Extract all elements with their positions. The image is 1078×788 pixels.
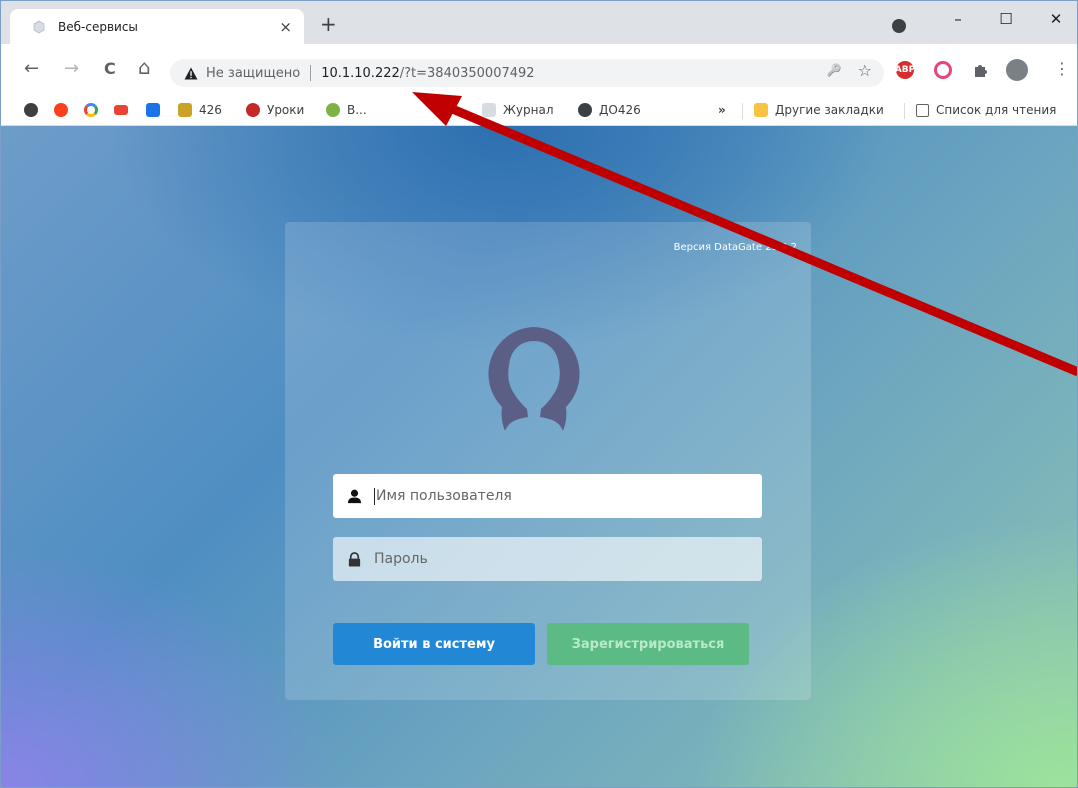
url-path: /?t=3840350007492: [399, 65, 535, 81]
yandex-icon: [54, 103, 68, 117]
page-content: Версия DataGate 21.9.2 Войти в систему З…: [0, 126, 1078, 788]
insecure-label: Не защищено: [206, 65, 301, 81]
bookmark-ball[interactable]: В...: [326, 103, 367, 117]
target-extension-icon[interactable]: [934, 61, 952, 79]
address-separator: [310, 65, 312, 81]
browser-tab[interactable]: Веб-сервисы ×: [10, 9, 304, 44]
password-input[interactable]: [374, 551, 734, 567]
address-bar[interactable]: Не защищено 10.1.10.222 /?t=384035000749…: [170, 59, 884, 87]
extensions-puzzle-icon[interactable]: [972, 61, 990, 79]
user-icon: [347, 489, 362, 503]
bookmarks-separator: [742, 103, 743, 119]
star-icon[interactable]: ☆: [858, 61, 872, 80]
tab-title: Веб-сервисы: [58, 19, 138, 34]
menu-icon[interactable]: ⋮: [1054, 60, 1070, 78]
warning-triangle-icon: [184, 67, 198, 79]
bookmarks-bar: 426 Уроки В... Журнал ДО426 » Другие зак…: [0, 96, 1078, 126]
bookmark-zhurnal[interactable]: Журнал: [482, 103, 554, 117]
username-input[interactable]: [376, 488, 736, 504]
other-bookmarks-folder[interactable]: Другие закладки: [754, 103, 884, 117]
version-label: Версия DataGate 21.9.2: [673, 242, 797, 253]
bookmark-yandex[interactable]: [54, 103, 75, 117]
username-field[interactable]: [333, 474, 762, 518]
mail-icon: [146, 103, 160, 117]
bookmark-label: В...: [347, 103, 367, 117]
key-icon[interactable]: 🔑: [827, 63, 842, 80]
tab-close-icon[interactable]: ×: [279, 18, 292, 36]
forward-button[interactable]: →: [64, 60, 79, 78]
text-caret: [374, 487, 375, 505]
gmail-icon: [114, 105, 128, 115]
bookmark-globe[interactable]: [24, 103, 45, 117]
bookmarks-overflow-button[interactable]: »: [718, 103, 726, 117]
bookmark-426[interactable]: 426: [178, 103, 222, 117]
apple-icon: [246, 103, 260, 117]
minimize-button[interactable]: –: [938, 6, 978, 32]
bookmark-label: 426: [199, 103, 222, 117]
folder-icon: [754, 103, 768, 117]
new-tab-button[interactable]: +: [320, 14, 337, 34]
bookmark-google[interactable]: [84, 103, 105, 117]
reading-list-button[interactable]: Список для чтения: [916, 103, 1056, 117]
home-button[interactable]: ⌂: [138, 57, 151, 77]
maximize-button[interactable]: ☐: [986, 6, 1026, 32]
profile-icon[interactable]: [892, 19, 906, 33]
user-avatar-icon: [488, 327, 580, 431]
close-window-button[interactable]: ✕: [1036, 6, 1076, 32]
ball-icon: [326, 103, 340, 117]
bookmark-mail[interactable]: [146, 103, 167, 117]
back-button[interactable]: ←: [24, 60, 39, 78]
browser-toolbar: ← → C ⌂ Не защищено 10.1.10.222 /?t=3840…: [0, 44, 1078, 96]
portal-icon: [178, 103, 192, 117]
lock-icon: [348, 551, 361, 567]
google-icon: [84, 103, 98, 117]
page-favicon-icon: [33, 20, 45, 33]
register-button[interactable]: Зарегистрироваться: [547, 623, 749, 665]
url-host: 10.1.10.222: [321, 65, 400, 81]
journal-icon: [482, 103, 496, 117]
login-card: Версия DataGate 21.9.2 Войти в систему З…: [285, 222, 811, 700]
login-button[interactable]: Войти в систему: [333, 623, 535, 665]
bookmark-uroki[interactable]: Уроки: [246, 103, 304, 117]
bookmark-label: Журнал: [503, 103, 554, 117]
reading-list-icon: [916, 103, 929, 117]
bookmark-do426[interactable]: ДО426: [578, 103, 641, 117]
globe-icon: [24, 103, 38, 117]
globe-icon: [578, 103, 592, 117]
other-bookmarks-label: Другие закладки: [775, 103, 884, 117]
adblock-icon[interactable]: ABP: [895, 61, 915, 79]
tab-strip: Веб-сервисы × + – ☐ ✕: [0, 0, 1078, 44]
user-avatar-icon[interactable]: [1006, 59, 1028, 81]
bookmark-gmail[interactable]: [114, 103, 135, 115]
reading-list-label: Список для чтения: [936, 103, 1057, 117]
bookmark-label: Уроки: [267, 103, 305, 117]
bookmarks-separator: [904, 103, 905, 119]
reload-button[interactable]: C: [104, 60, 116, 78]
password-field[interactable]: [333, 537, 762, 581]
bookmark-label: ДО426: [599, 103, 641, 117]
